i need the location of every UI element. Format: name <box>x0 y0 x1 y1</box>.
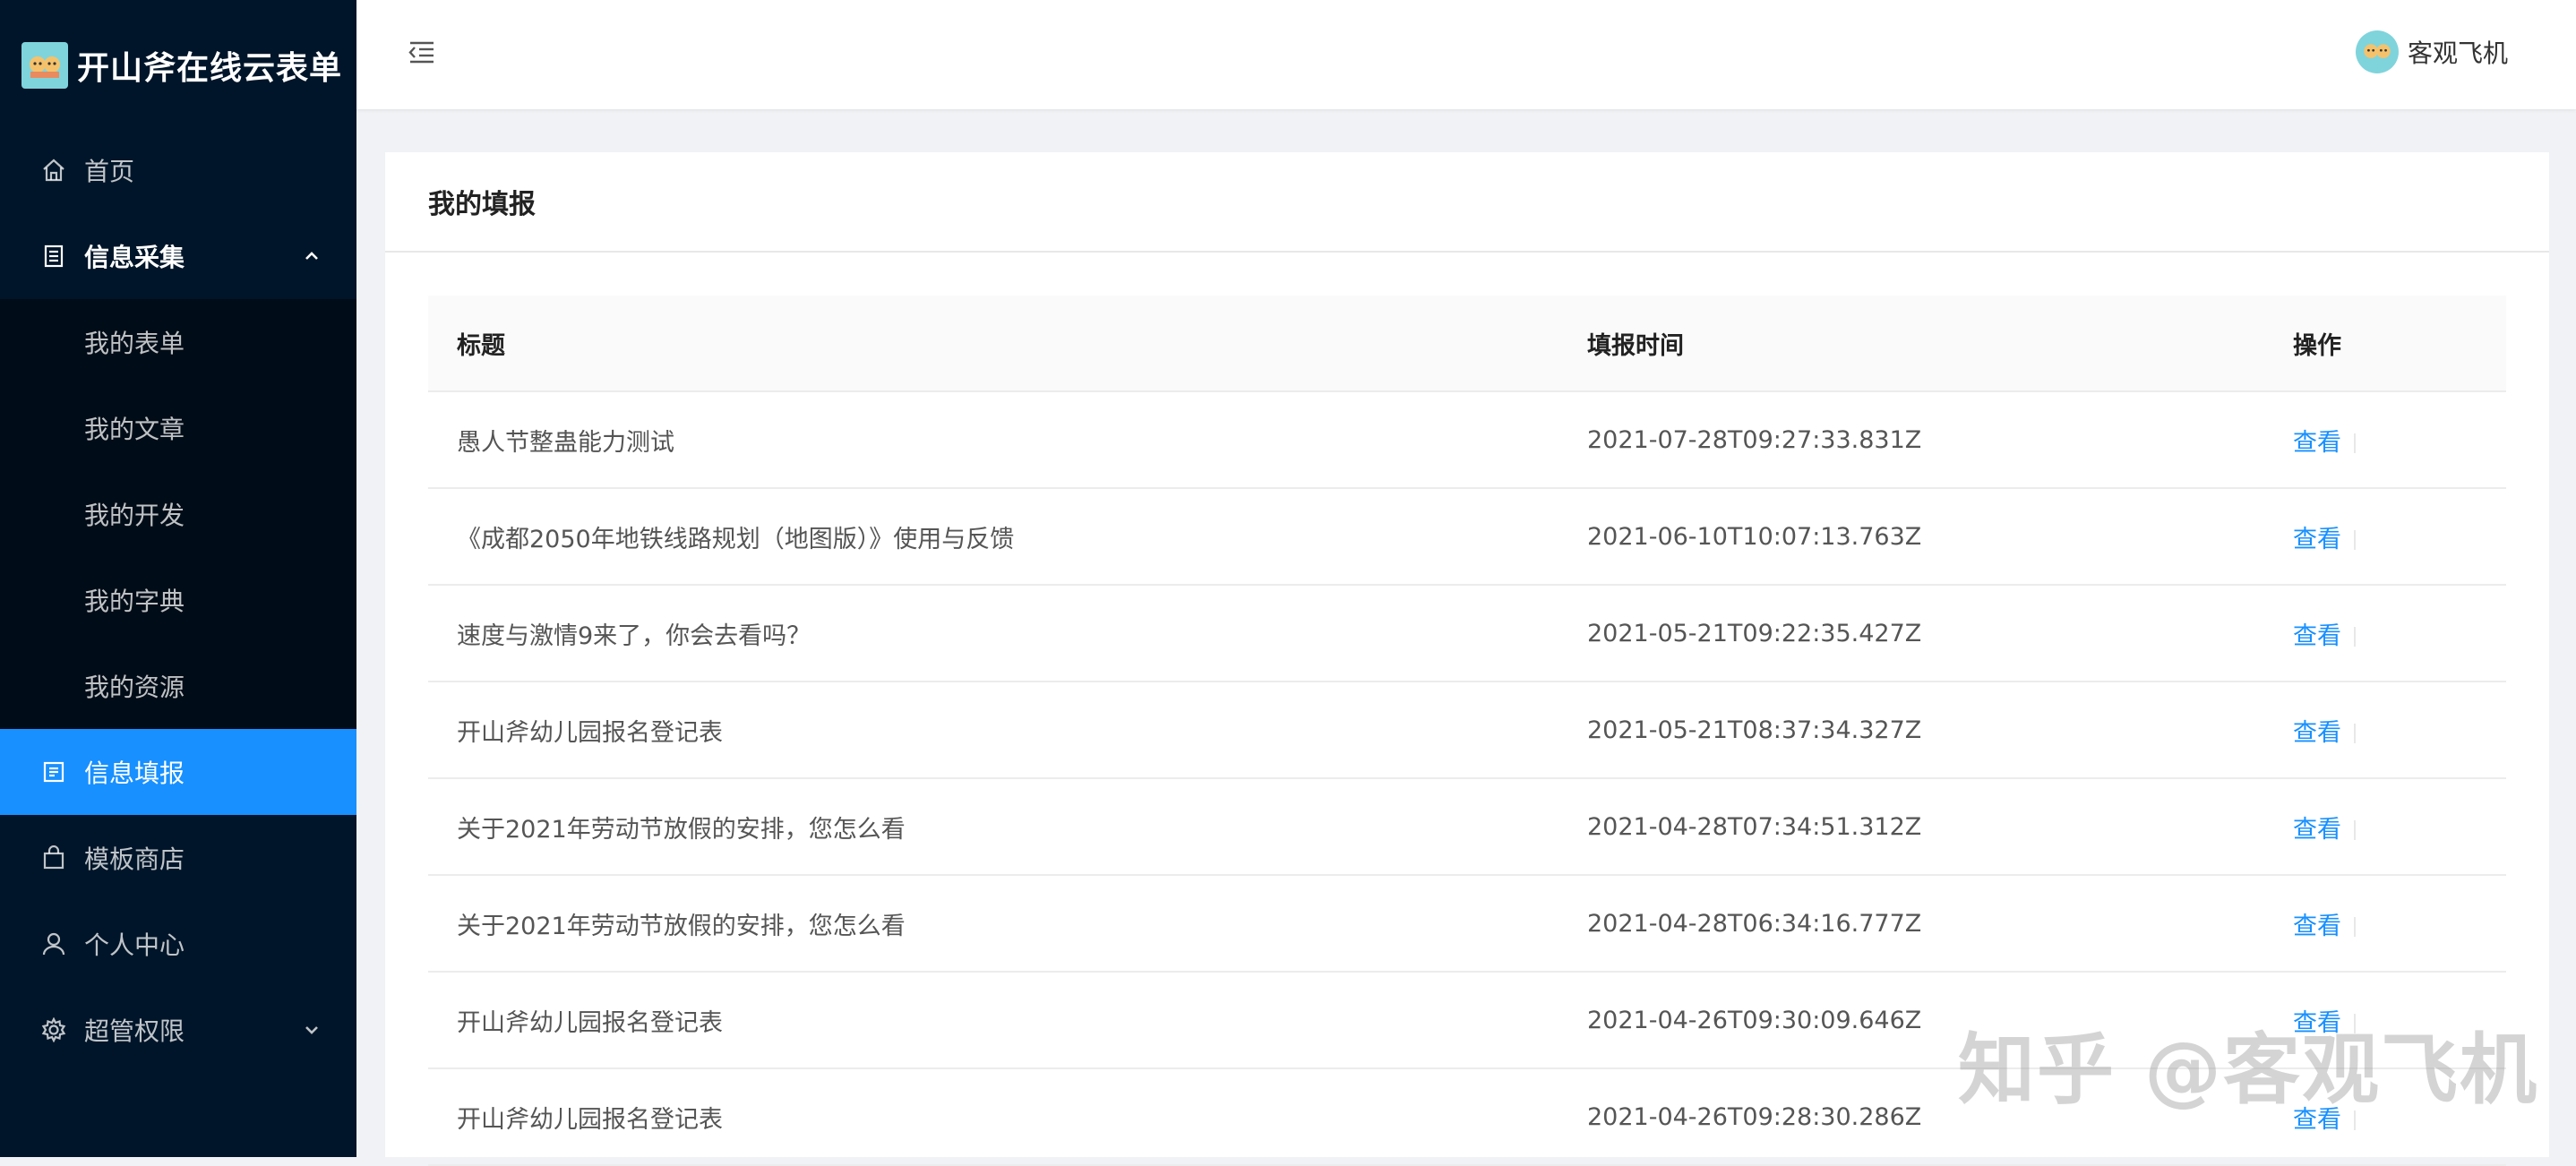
row-time: 2021-07-28T09:27:33.831Z <box>1587 425 1922 454</box>
divider <box>2354 820 2356 840</box>
sidebar-item-super-admin[interactable]: 超管权限 <box>0 987 356 1073</box>
divider <box>2354 1014 2356 1033</box>
sidebar-item-my-articles[interactable]: 我的文章 <box>0 385 356 471</box>
table-header-row: 标题 填报时间 操作 <box>428 296 2506 392</box>
row-time: 2021-04-26T09:30:09.646Z <box>1587 1006 1922 1034</box>
table-row: 关于2021年劳动节放假的安排，您怎么看 2021-04-28T07:34:51… <box>428 779 2506 876</box>
sidebar-item-my-development[interactable]: 我的开发 <box>0 471 356 557</box>
table-row: 开山斧幼儿园报名登记表 2021-04-26T09:30:09.646Z 查看 <box>428 973 2506 1069</box>
row-time: 2021-04-28T07:34:51.312Z <box>1587 812 1922 841</box>
row-time: 2021-05-21T08:37:34.327Z <box>1587 716 1922 744</box>
sidebar-item-label: 个人中心 <box>84 930 185 960</box>
sidebar-item-label: 信息填报 <box>84 759 185 788</box>
table-row: 愚人节整蛊能力测试 2021-07-28T09:27:33.831Z 查看 <box>428 392 2506 489</box>
content-card: 我的填报 标题 填报时间 操作 愚人节整蛊能力测试 2021-07-28T09:… <box>385 152 2549 1166</box>
chevron-down-icon <box>305 1026 318 1034</box>
user-icon <box>39 930 68 958</box>
home-icon <box>39 156 68 184</box>
sidebar-item-my-dictionary[interactable]: 我的字典 <box>0 557 356 643</box>
divider <box>2354 1110 2356 1130</box>
table-row: 关于2021年劳动节放假的安排，您怎么看 2021-04-28T06:34:16… <box>428 876 2506 973</box>
row-title: 关于2021年劳动节放假的安排，您怎么看 <box>457 912 906 940</box>
menu-fold-icon[interactable] <box>407 38 437 68</box>
row-title: 开山斧幼儿园报名登记表 <box>457 1105 723 1134</box>
row-title: 关于2021年劳动节放假的安排，您怎么看 <box>457 815 906 844</box>
sidebar-item-collection[interactable]: 信息采集 <box>0 213 356 299</box>
chevron-up-icon <box>305 252 318 260</box>
view-link[interactable]: 查看 <box>2293 526 2341 553</box>
row-time: 2021-06-10T10:07:13.763Z <box>1587 522 1922 551</box>
sidebar-item-label: 我的文章 <box>84 415 185 444</box>
row-title: 开山斧幼儿园报名登记表 <box>457 1008 723 1037</box>
divider <box>2354 433 2356 453</box>
sidebar-item-label: 信息采集 <box>84 243 185 272</box>
row-time: 2021-05-21T09:22:35.427Z <box>1587 619 1922 647</box>
sidebar-item-my-resources[interactable]: 我的资源 <box>0 643 356 729</box>
document-icon <box>39 242 68 270</box>
view-link[interactable]: 查看 <box>2293 913 2341 940</box>
sidebar-item-label: 首页 <box>84 157 135 186</box>
username: 客观飞机 <box>2407 39 2508 68</box>
view-link[interactable]: 查看 <box>2293 622 2341 650</box>
row-time: 2021-04-28T06:34:16.777Z <box>1587 909 1922 938</box>
view-link[interactable]: 查看 <box>2293 719 2341 747</box>
row-title: 开山斧幼儿园报名登记表 <box>457 718 723 747</box>
app-title: 开山斧在线云表单 <box>77 50 343 87</box>
column-header-time: 填报时间 <box>1587 331 1684 360</box>
divider <box>2354 917 2356 937</box>
view-link[interactable]: 查看 <box>2293 1106 2341 1134</box>
page-title: 我的填报 <box>385 152 2549 253</box>
sidebar-item-label: 我的字典 <box>84 587 185 616</box>
submissions-table: 标题 填报时间 操作 愚人节整蛊能力测试 2021-07-28T09:27:33… <box>428 296 2506 1166</box>
shopping-bag-icon <box>39 844 68 872</box>
sidebar-item-label: 模板商店 <box>84 844 185 874</box>
divider <box>2354 530 2356 550</box>
view-link[interactable]: 查看 <box>2293 1009 2341 1037</box>
sidebar-item-label: 我的开发 <box>84 501 185 530</box>
table-row: 《成都2050年地铁线路规划（地图版）》使用与反馈 2021-06-10T10:… <box>428 489 2506 586</box>
logo-area[interactable]: 开山斧在线云表单 <box>0 0 356 131</box>
top-header: 客观飞机 <box>356 0 2576 109</box>
sidebar-item-label: 我的表单 <box>84 329 185 358</box>
sidebar-item-template-store[interactable]: 模板商店 <box>0 815 356 901</box>
table-row: 开山斧幼儿园报名登记表 2021-05-21T08:37:34.327Z 查看 <box>428 682 2506 779</box>
row-title: 速度与激情9来了，你会去看吗？ <box>457 622 811 650</box>
column-header-title: 标题 <box>457 331 505 360</box>
view-link[interactable]: 查看 <box>2293 816 2341 844</box>
divider <box>2354 627 2356 647</box>
table-row: 开山斧幼儿园报名登记表 2021-04-26T09:28:30.286Z 查看 <box>428 1069 2506 1166</box>
submenu-collection: 我的表单 我的文章 我的开发 我的字典 我的资源 <box>0 299 356 729</box>
sidebar-item-info-fill[interactable]: 信息填报 <box>0 729 356 815</box>
sidebar-item-label: 超管权限 <box>84 1016 185 1046</box>
gear-icon <box>39 1016 68 1044</box>
logo-icon <box>21 42 68 89</box>
sidebar: 开山斧在线云表单 首页 信息采集 我的表单 我的文章 我的开发 我的字典 我的资… <box>0 0 356 1157</box>
divider <box>2354 724 2356 743</box>
sidebar-item-my-forms[interactable]: 我的表单 <box>0 299 356 385</box>
sidebar-item-label: 我的资源 <box>84 673 185 702</box>
form-icon <box>39 758 68 786</box>
row-title: 愚人节整蛊能力测试 <box>457 428 674 457</box>
row-time: 2021-04-26T09:28:30.286Z <box>1587 1102 1922 1131</box>
avatar <box>2355 30 2399 73</box>
sidebar-item-personal-center[interactable]: 个人中心 <box>0 901 356 987</box>
view-link[interactable]: 查看 <box>2293 429 2341 457</box>
sidebar-item-home[interactable]: 首页 <box>0 127 356 213</box>
row-title: 《成都2050年地铁线路规划（地图版）》使用与反馈 <box>457 525 1015 553</box>
table-row: 速度与激情9来了，你会去看吗？ 2021-05-21T09:22:35.427Z… <box>428 586 2506 682</box>
column-header-action: 操作 <box>2293 331 2341 360</box>
user-menu[interactable]: 客观飞机 <box>2355 30 2508 73</box>
